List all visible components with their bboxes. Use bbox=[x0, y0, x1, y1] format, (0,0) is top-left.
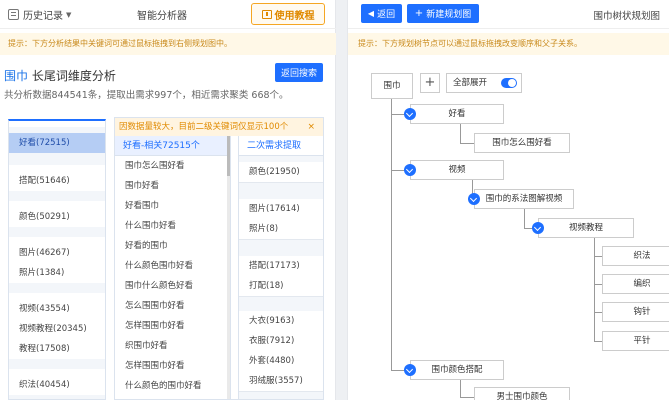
expand-all-toggle[interactable]: 全部展开 bbox=[446, 73, 522, 93]
tree-node[interactable]: 男士围巾颜色 bbox=[474, 387, 570, 400]
list-item[interactable]: 什么颜色的围巾好看 bbox=[115, 376, 230, 396]
level2-panel: 因数据量较大，目前二级关键词仅显示100个 × 好看-相关72515个 围巾怎么… bbox=[114, 117, 324, 400]
notice-text: 因数据量较大，目前二级关键词仅显示100个 bbox=[119, 122, 289, 132]
tree-node[interactable]: 视频 bbox=[410, 160, 504, 180]
expand-all-label: 全部展开 bbox=[453, 78, 488, 88]
list-item[interactable]: 什么围巾好看 bbox=[115, 216, 230, 236]
analysis-panel: 历史记录 ▼ 智能分析器 使用教程 提示：下方分析结果中关键词可通过鼠标拖拽到右… bbox=[0, 0, 336, 400]
right-tip: 提示：下方规划树节点可以通过鼠标拖拽改变顺序和父子关系。 bbox=[348, 33, 669, 55]
list-item[interactable]: 怎么围围巾好看 bbox=[115, 296, 230, 316]
list-item[interactable]: 视频(43554) bbox=[9, 299, 105, 319]
app-title: 智能分析器 bbox=[137, 11, 187, 22]
list-item[interactable]: 怎样围围巾好看 bbox=[115, 356, 230, 376]
list-item[interactable]: 教程(17508) bbox=[9, 339, 105, 359]
list-item[interactable]: 打配(18) bbox=[239, 276, 323, 296]
list-item[interactable]: 照片(8) bbox=[239, 219, 323, 239]
tutorial-icon bbox=[261, 9, 272, 19]
new-plan-button[interactable]: + 新建规划图 bbox=[407, 4, 479, 23]
list-item[interactable]: 围巾怎么围好看 bbox=[115, 156, 230, 176]
tree-node[interactable]: 视频教程 bbox=[538, 218, 634, 238]
list-item[interactable]: 大衣(9163) bbox=[239, 311, 323, 331]
collapse-icon[interactable] bbox=[532, 222, 544, 234]
list-item[interactable]: 搭配(51646) bbox=[9, 171, 105, 191]
collapse-icon[interactable] bbox=[404, 364, 416, 376]
scrollbar[interactable] bbox=[227, 136, 230, 399]
list-item[interactable]: 怎样围围巾好看 bbox=[115, 316, 230, 336]
tutorial-button[interactable]: 使用教程 bbox=[251, 3, 325, 25]
keyword-suffix: 长尾词维度分析 bbox=[28, 69, 116, 83]
tree-node[interactable]: 编织 bbox=[602, 274, 669, 294]
new-plan-label: 新建规划图 bbox=[426, 10, 472, 20]
list-item[interactable]: 图片(17614) bbox=[239, 199, 323, 219]
collapse-icon[interactable] bbox=[468, 193, 480, 205]
tree-node[interactable]: 围巾怎么围好看 bbox=[474, 133, 570, 153]
tutorial-label: 使用教程 bbox=[274, 10, 315, 22]
back-label: 返回 bbox=[377, 10, 396, 20]
list-item[interactable]: 围巾什么颜色好看 bbox=[115, 276, 230, 296]
app-root: 历史记录 ▼ 智能分析器 使用教程 提示：下方分析结果中关键词可通过鼠标拖拽到右… bbox=[0, 0, 669, 400]
keyword-heading: 围巾 长尾词维度分析 bbox=[4, 67, 116, 84]
list-item[interactable]: 羽绒服(3557) bbox=[239, 371, 323, 391]
list-item[interactable]: 颜色(21950) bbox=[239, 162, 323, 182]
plus-icon: + bbox=[414, 8, 424, 19]
tree-node[interactable]: 好看 bbox=[410, 104, 504, 124]
level2-keyword-list: 好看-相关72515个 围巾怎么围好看 围巾好看 好看围巾 什么围巾好看 好看的… bbox=[115, 136, 231, 399]
chevron-left-icon: ◀ bbox=[367, 9, 375, 18]
secondary-demand-list: 二次需求提取 颜色(21950) 图片(17614) 照片(8) 搭配(1717… bbox=[238, 136, 323, 399]
close-icon[interactable]: × bbox=[307, 118, 315, 136]
plan-title: 围巾树状规划图 bbox=[593, 11, 660, 22]
tree-node[interactable]: 围巾的系法图解视频 bbox=[474, 189, 574, 209]
limit-notice: 因数据量较大，目前二级关键词仅显示100个 × bbox=[115, 118, 323, 136]
list-item[interactable]: 搭配(17173) bbox=[239, 256, 323, 276]
tree-node[interactable]: 围巾颜色搭配 bbox=[410, 360, 504, 380]
right-topbar: ◀ 返回 + 新建规划图 围巾树状规划图 bbox=[348, 0, 669, 29]
list-item[interactable]: 好看的围巾 bbox=[115, 236, 230, 256]
list-item[interactable]: 织法(40454) bbox=[9, 375, 105, 395]
history-dropdown[interactable]: 历史记录 ▼ bbox=[8, 7, 71, 22]
demand-group: 大衣(9163) 衣服(7912) 外套(4480) 羽绒服(3557) bbox=[239, 311, 323, 392]
panel-divider[interactable] bbox=[336, 0, 347, 400]
level2-header: 好看-相关72515个 bbox=[115, 136, 230, 156]
level3-header: 二次需求提取 bbox=[239, 136, 323, 156]
chevron-down-icon: ▼ bbox=[66, 10, 72, 19]
list-item[interactable]: 什么颜色围巾好看 bbox=[115, 256, 230, 276]
stats-text: 共分析数据844541条，提取出需求997个，相近需求聚类 668个。 bbox=[4, 90, 289, 101]
tree-root-node[interactable]: 围巾 bbox=[371, 73, 413, 99]
add-node-button[interactable]: + bbox=[420, 73, 440, 93]
left-tip: 提示：下方分析结果中关键词可通过鼠标拖拽到右侧规划图中。 bbox=[0, 33, 336, 55]
tree-node[interactable]: 钩针 bbox=[602, 302, 669, 322]
list-item[interactable]: 外套(4480) bbox=[239, 351, 323, 371]
list-item[interactable]: 视频教程(20345) bbox=[9, 319, 105, 339]
history-label: 历史记录 bbox=[23, 11, 63, 22]
level1-keyword-list: 好看(72515) 搭配(51646) 颜色(50291) 图片(46267) … bbox=[8, 119, 106, 400]
list-item[interactable]: 图片(46267) bbox=[9, 243, 105, 263]
back-button[interactable]: ◀ 返回 bbox=[361, 4, 402, 23]
keyword[interactable]: 围巾 bbox=[4, 69, 28, 83]
list-item[interactable]: 好看围巾 bbox=[115, 196, 230, 216]
demand-group: 颜色(21950) bbox=[239, 162, 323, 183]
list-item[interactable]: 照片(1384) bbox=[9, 263, 105, 283]
tree-node[interactable]: 织法 bbox=[602, 246, 669, 266]
collapse-icon[interactable] bbox=[404, 108, 416, 120]
list-item[interactable]: 围巾好看 bbox=[115, 176, 230, 196]
list-item[interactable]: 好看(72515) bbox=[9, 133, 105, 153]
list-item[interactable]: 颜色(50291) bbox=[9, 207, 105, 227]
list-item[interactable]: 织围巾好看 bbox=[115, 336, 230, 356]
back-search-button[interactable]: 返回搜索 bbox=[275, 63, 323, 82]
demand-group: 搭配(17173) 打配(18) bbox=[239, 256, 323, 297]
tree-node[interactable]: 平针 bbox=[602, 331, 669, 351]
toggle-switch[interactable] bbox=[501, 78, 517, 88]
left-topbar: 历史记录 ▼ 智能分析器 使用教程 bbox=[0, 0, 336, 29]
collapse-icon[interactable] bbox=[404, 164, 416, 176]
tree-canvas[interactable]: 围巾 + 全部展开 好看 围巾怎么围好看 视频 围巾的系法图解视频 视频教程 织… bbox=[348, 56, 669, 400]
plan-panel: ◀ 返回 + 新建规划图 围巾树状规划图 提示：下方规划树节点可以通过鼠标拖拽改… bbox=[347, 0, 669, 400]
demand-group: 图片(17614) 照片(8) bbox=[239, 199, 323, 240]
history-list-icon bbox=[8, 9, 19, 20]
list-item[interactable]: 衣服(7912) bbox=[239, 331, 323, 351]
